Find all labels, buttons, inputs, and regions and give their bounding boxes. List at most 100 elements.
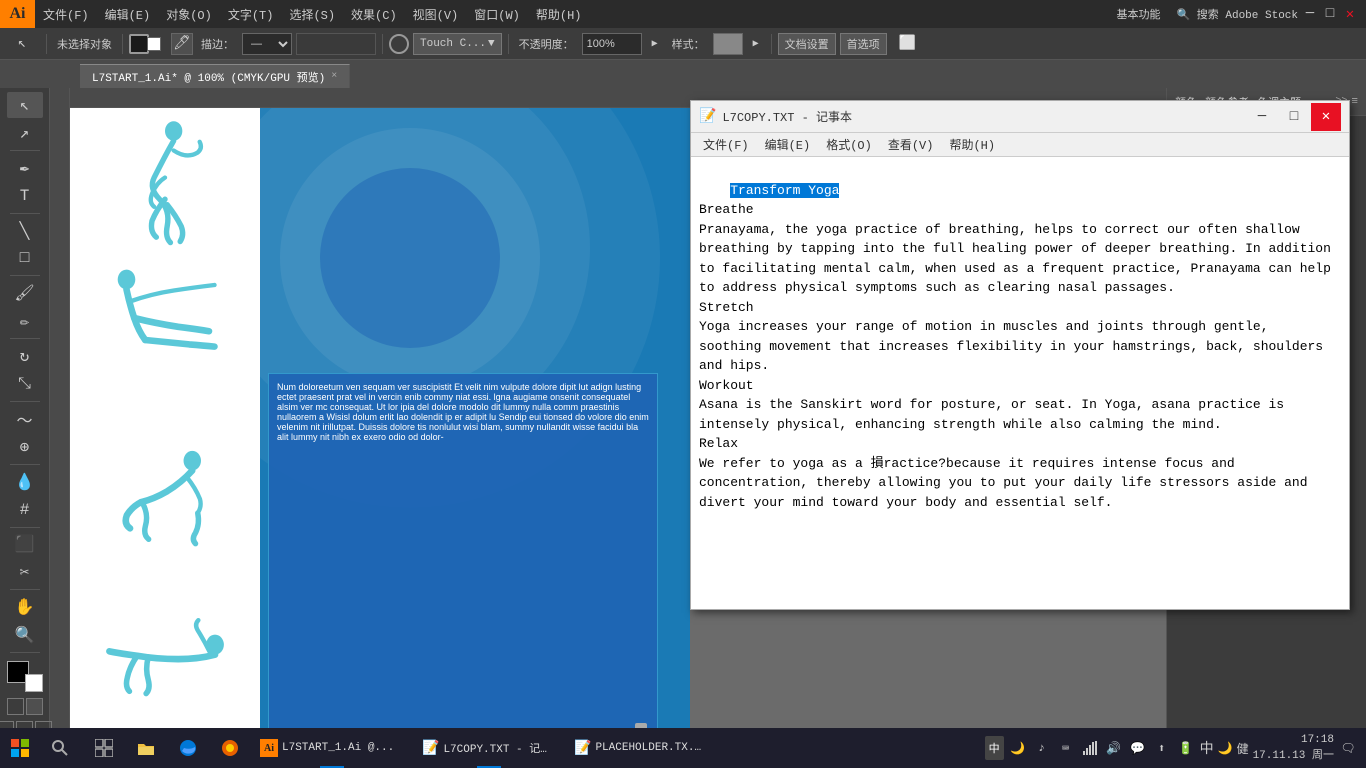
clock-display[interactable]: 17:18 17.11.13 周一 <box>1253 734 1334 762</box>
tab-close-button[interactable]: × <box>331 71 337 82</box>
minimize-button[interactable]: ─ <box>1302 6 1318 22</box>
menu-object[interactable]: 对象(O) <box>158 0 220 28</box>
mesh-tool[interactable]: # <box>7 497 43 523</box>
ime-cn-label[interactable]: 中 <box>1200 738 1214 758</box>
notepad-text-area[interactable]: Transform Yoga Breathe Pranayama, the yo… <box>691 157 1349 609</box>
menu-select[interactable]: 选择(S) <box>281 0 343 28</box>
document-tab[interactable]: L7START_1.Ai* @ 100% (CMYK/GPU 预览) × <box>80 64 350 88</box>
action-center-icon[interactable]: 🗨 <box>1338 738 1358 758</box>
stroke-label: 描边： <box>197 32 238 56</box>
notepad-icon: 📝 <box>699 108 716 125</box>
tray-icon-2[interactable]: ♪ <box>1032 738 1052 758</box>
workspace-label[interactable]: 基本功能 <box>1116 6 1160 22</box>
notepad-minimize-button[interactable]: ─ <box>1247 103 1277 131</box>
menu-view[interactable]: 视图(V) <box>405 0 467 28</box>
notepad-close-button[interactable]: ✕ <box>1311 103 1341 131</box>
maximize-button[interactable]: □ <box>1322 6 1338 22</box>
normal-mode-btn[interactable] <box>7 698 24 715</box>
menu-window[interactable]: 窗口(W) <box>466 0 528 28</box>
notepad2-taskbar-icon: 📝 <box>574 740 591 757</box>
taskview-button[interactable] <box>84 728 124 768</box>
menu-items: 文件(F) 编辑(E) 对象(O) 文字(T) 选择(S) 效果(C) 视图(V… <box>35 0 589 28</box>
pen-tool[interactable]: ✒ <box>7 155 43 181</box>
stroke-select[interactable]: — <box>242 33 292 55</box>
tool-divider4 <box>10 338 40 339</box>
notepad-help-menu[interactable]: 帮助(H) <box>941 133 1003 156</box>
zoom-tool[interactable]: 🔍 <box>7 622 43 648</box>
stroke-width-input[interactable] <box>296 33 376 55</box>
style-label: 样式： <box>668 32 709 56</box>
start-button[interactable] <box>0 728 40 768</box>
warp-tool[interactable]: 〜 <box>7 406 43 432</box>
blend-tool[interactable]: ⊕ <box>7 434 43 460</box>
stamp-icon[interactable]: ⬜ <box>899 35 916 52</box>
tool-divider2 <box>10 213 40 214</box>
notepad-file-menu[interactable]: 文件(F) <box>695 133 757 156</box>
select-tool[interactable]: ↖ <box>7 92 43 118</box>
menu-help[interactable]: 帮助(H) <box>528 0 590 28</box>
background-color[interactable] <box>25 674 43 692</box>
notepad-maximize-button[interactable]: □ <box>1279 103 1309 131</box>
wechat-tray-icon[interactable]: 💬 <box>1128 738 1148 758</box>
network-tray-icon[interactable] <box>1080 738 1100 758</box>
extra-tray-icon[interactable]: ⬆ <box>1152 738 1172 758</box>
panel-menu-icon[interactable]: ≡ <box>1351 96 1358 108</box>
style-swatch[interactable] <box>713 33 743 55</box>
menu-effect[interactable]: 效果(C) <box>343 0 405 28</box>
selection-tool-icon[interactable]: ↖ <box>4 29 40 59</box>
document-canvas[interactable]: Num doloreetum ven sequam ver suscipisti… <box>70 108 690 738</box>
keyboard-icon[interactable]: ⌨ <box>1056 738 1076 758</box>
search-stock[interactable]: 🔍 搜索 Adobe Stock <box>1176 6 1298 22</box>
type-tool[interactable]: T <box>7 183 43 209</box>
line-yoga1: Yoga increases your range of motion in m… <box>699 319 1269 334</box>
hand-tool[interactable]: ✋ <box>7 594 43 620</box>
battery-icon[interactable]: 🔋 <box>1176 738 1196 758</box>
illustrator-taskbar[interactable]: Ai L7START_1.Ai @... <box>252 728 412 768</box>
lorem-text-box[interactable]: Num doloreetum ven sequam ver suscipisti… <box>268 373 658 738</box>
touch-dropdown-icon[interactable]: ▼ <box>488 38 495 50</box>
menu-file[interactable]: 文件(F) <box>35 0 97 28</box>
touch-button[interactable]: Touch C... ▼ <box>413 33 502 55</box>
notepad-view-menu[interactable]: 查看(V) <box>880 133 942 156</box>
browser-taskbar[interactable] <box>210 728 250 768</box>
opacity-input[interactable] <box>582 33 642 55</box>
yoga-pose-2 <box>90 263 240 373</box>
ai-logo: Ai <box>0 0 35 28</box>
preferences-button[interactable]: 首选项 <box>840 33 887 55</box>
scissors-tool[interactable]: ✂ <box>7 559 43 585</box>
scale-tool[interactable]: ⤡ <box>7 371 43 397</box>
notepad1-taskbar[interactable]: 📝 L7COPY.TXT - 记... <box>414 728 564 768</box>
shape-tool[interactable]: □ <box>7 245 43 271</box>
fill-color-swatch[interactable] <box>129 34 149 54</box>
notepad-title-bar[interactable]: 📝 L7COPY.TXT - 记事本 ─ □ ✕ <box>691 101 1349 133</box>
color-switcher[interactable] <box>7 661 43 692</box>
menu-text[interactable]: 文字(T) <box>220 0 282 28</box>
volume-tray-icon[interactable]: 🔊 <box>1104 738 1124 758</box>
yoga-pose-3 <box>95 428 235 548</box>
eyedropper-tool[interactable]: 💧 <box>7 469 43 495</box>
tray-icon-1[interactable]: 🌙 <box>1008 738 1028 758</box>
notepad-format-menu[interactable]: 格式(O) <box>818 133 880 156</box>
close-button[interactable]: ✕ <box>1342 6 1358 22</box>
file-explorer-taskbar[interactable] <box>126 728 166 768</box>
menu-edit[interactable]: 编辑(E) <box>97 0 159 28</box>
gradient-tool[interactable]: ⬛ <box>7 531 43 557</box>
notepad2-taskbar[interactable]: 📝 PLACEHOLDER.TX... <box>566 728 716 768</box>
mask-mode-btn[interactable] <box>26 698 43 715</box>
doc-settings-button[interactable]: 文档设置 <box>778 33 836 55</box>
direct-select-tool[interactable]: ↗ <box>7 120 43 146</box>
edge-taskbar[interactable] <box>168 728 208 768</box>
paintbrush-tool[interactable]: 🖌 <box>7 280 43 306</box>
brush-icon[interactable]: 🖊 <box>171 33 193 55</box>
pencil-tool[interactable]: ✏ <box>7 308 43 334</box>
line-yoga3: and hips. <box>699 358 769 373</box>
rotate-tool[interactable]: ↻ <box>7 343 43 369</box>
style-arrow-icon[interactable]: ▶ <box>747 33 765 55</box>
stroke-color-swatch[interactable] <box>147 37 161 51</box>
notepad-window[interactable]: 📝 L7COPY.TXT - 记事本 ─ □ ✕ 文件(F) 编辑(E) 格式(… <box>690 100 1350 610</box>
notepad-edit-menu[interactable]: 编辑(E) <box>757 133 819 156</box>
ime-indicator[interactable]: 中 <box>985 736 1004 760</box>
taskbar-search-button[interactable] <box>40 728 80 768</box>
line-tool[interactable]: ╲ <box>7 218 43 244</box>
opacity-arrow-icon[interactable]: ▶ <box>646 33 664 55</box>
